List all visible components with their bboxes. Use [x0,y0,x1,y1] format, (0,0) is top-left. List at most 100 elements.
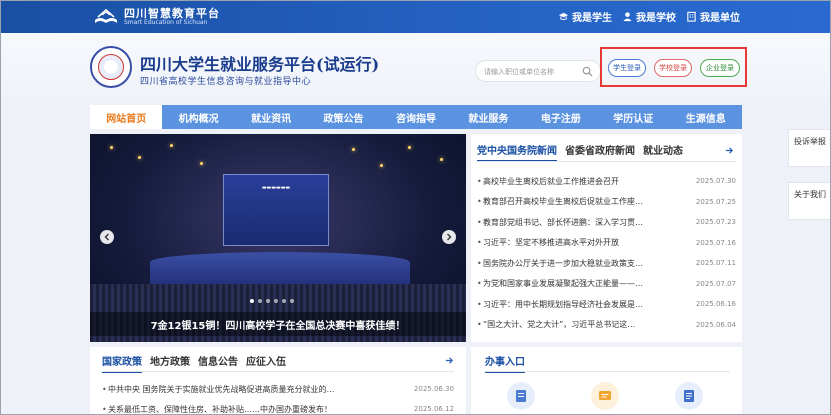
stage-floor [150,252,410,286]
nav-item-services[interactable]: 就业服务 [452,105,524,129]
top-bar: 四川智慧教育平台 Smart Education of Sichuan 我是学生… [1,1,830,33]
policy-title[interactable]: 关系最低工资、保障性住房、补助补贴……中办国办重磅发布！ [108,404,398,415]
news-date: 2025.07.16 [695,238,736,247]
more-arrow-icon[interactable] [445,356,454,365]
news-item[interactable]: • 为党和国家事业发展凝聚起强大正能量——… 2025.07.07 [477,274,736,295]
list-item[interactable]: • 中共中央 国务院关于实施就业优先战略促进高质量充分就业的… 2025.06.30 [102,379,454,399]
banner-carousel[interactable]: ▬▬▬▬▬▬ 7金12银15铜！四川高校学子在全国总决赛中喜获佳绩！ [90,134,466,342]
tab-employment-dynamics[interactable]: 就业动态 [643,142,683,162]
book-logo-icon [95,8,117,23]
student-login-button[interactable]: 学生登录 [608,59,646,77]
carousel-dot[interactable] [258,299,262,303]
tab-enlistment[interactable]: 应征入伍 [246,353,286,373]
news-tabs: 党中央国务院新闻 省委省政府新闻 就业动态 [477,142,683,162]
i-am-school-link[interactable]: 我是学校 [622,9,676,24]
form-list-icon[interactable] [675,382,703,410]
news-title[interactable]: 高校毕业生离校后就业工作推进会召开 [483,176,678,187]
tab-national-policy[interactable]: 国家政策 [102,353,142,373]
company-login-button[interactable]: 企业登录 [700,59,740,77]
nav-item-graduate-info[interactable]: 生源信息 [670,105,742,129]
search-input[interactable] [484,65,579,79]
news-date: 2025.07.07 [695,279,736,288]
site-subtitle: 四川省高校学生信息咨询与就业指导中心 [140,77,312,87]
news-title[interactable]: 国务院办公厅关于进一步加大稳就业政策支… [483,258,678,269]
nav-item-policy[interactable]: 政策公告 [307,105,379,129]
chevron-left-icon [104,233,109,241]
report-widget[interactable]: 投诉举报 [788,129,830,167]
news-date: 2025.07.30 [695,177,736,186]
news-item[interactable]: • 习近平：用中长期规划指导经济社会发展是… 2025.06.16 [477,294,736,315]
news-date: 2025.07.11 [695,259,736,268]
about-us-widget[interactable]: 关于我们 [788,182,830,220]
news-item[interactable]: • 高校毕业生离校后就业工作推进会召开 2025.07.30 [477,171,736,192]
news-item[interactable]: • 习近平：坚定不移推进高水平对外开放 2025.07.16 [477,233,736,254]
search-icon[interactable] [582,66,593,77]
policy-list: • 中共中央 国务院关于实施就业优先战略促进高质量充分就业的… 2025.06.30… [102,379,454,415]
news-date: 2025.07.25 [695,197,736,206]
site-title[interactable]: 四川大学生就业服务平台(试运行) [140,51,379,75]
stage-screen: ▬▬▬▬▬▬ [223,174,329,246]
news-title[interactable]: 习近平：用中长期规划指导经济社会发展是… [483,299,678,310]
i-am-company-link[interactable]: 我是单位 [686,9,740,24]
carousel-dot[interactable] [290,299,294,303]
policy-panel: 国家政策 地方政策 信息公告 应征入伍 • 中共中央 国务院关于实施就业优先战略促… [90,347,466,415]
site-header: 四川大学生就业服务平台(试运行) 四川省高校学生信息咨询与就业指导中心 学生登录… [1,33,830,103]
list-item[interactable]: • 关系最低工资、保障性住房、补助补贴……中办国办重磅发布！ 2025.06.12 [102,399,454,415]
news-panel: 党中央国务院新闻 省委省政府新闻 就业动态 • 高校毕业生离校后就业工作推进会召开… [471,134,742,342]
policy-date: 2025.06.30 [413,385,454,393]
news-title[interactable]: 教育部党组书记、部长怀进鹏：深入学习贯… [483,217,678,228]
carousel-dot[interactable] [266,299,270,303]
news-item[interactable]: • 国务院办公厅关于进一步加大稳就业政策支… 2025.07.11 [477,253,736,274]
carousel-dots [250,299,294,303]
login-group: 学生登录 学校登录 企业登录 [600,47,747,87]
page-frame: 四川智慧教育平台 Smart Education of Sichuan 我是学生… [0,0,831,415]
news-title[interactable]: “国之大计、党之大计”，习近平总书记这… [483,319,678,330]
tab-announcements[interactable]: 信息公告 [198,353,238,373]
news-item[interactable]: • 教育部召开高校毕业生离校后促就业工作座… 2025.07.25 [477,192,736,213]
nav-item-employment-news[interactable]: 就业资讯 [235,105,307,129]
document-stamp-icon[interactable] [507,382,535,410]
news-date: 2025.07.23 [695,218,736,227]
office-entry-title: 办事入口 [485,353,525,373]
news-item[interactable]: • 教育部党组书记、部长怀进鹏：深入学习贯… 2025.07.23 [477,212,736,233]
banner-caption[interactable]: 7金12银15铜！四川高校学子在全国总决赛中喜获佳绩！ [90,312,466,336]
building-icon [687,11,696,22]
tab-local-policy[interactable]: 地方政策 [150,353,190,373]
policy-date: 2025.06.12 [413,405,454,413]
carousel-prev-button[interactable] [100,230,114,244]
school-login-button[interactable]: 学校登录 [654,59,692,77]
tab-central-news[interactable]: 党中央国务院新闻 [477,142,557,162]
nav-item-consulting[interactable]: 咨询指导 [380,105,452,129]
nav-item-home[interactable]: 网站首页 [90,105,163,129]
news-title[interactable]: 为党和国家事业发展凝聚起强大正能量——… [483,278,678,289]
carousel-dot[interactable] [274,299,278,303]
nav-item-about[interactable]: 机构概况 [162,105,234,129]
news-date: 2025.06.04 [695,320,736,329]
carousel-next-button[interactable] [442,230,456,244]
policy-tabs: 国家政策 地方政策 信息公告 应征入伍 [102,353,286,373]
policy-title[interactable]: 中共中央 国务院关于实施就业优先战略促进高质量充分就业的… [108,384,398,395]
graduation-cap-icon [558,12,569,20]
news-title[interactable]: 习近平：坚定不移推进高水平对外开放 [483,237,678,248]
more-arrow-icon[interactable] [725,146,734,155]
nav-item-degree-verification[interactable]: 学历认证 [597,105,669,129]
tab-provincial-news[interactable]: 省委省政府新闻 [565,142,635,162]
nav-item-e-registration[interactable]: 电子注册 [525,105,597,129]
news-date: 2025.06.16 [695,300,736,309]
role-links: 我是学生 我是学校 我是单位 [558,9,740,24]
carousel-dot[interactable] [250,299,254,303]
search-box [475,60,601,82]
news-item[interactable]: • “国之大计、党之大计”，习近平总书记这… 2025.06.04 [477,315,736,336]
site-emblem-icon[interactable] [90,46,132,88]
main-nav: 网站首页 机构概况 就业资讯 政策公告 咨询指导 就业服务 电子注册 学历认证 … [90,105,742,129]
chevron-right-icon [447,233,452,241]
i-am-company-label: 我是单位 [700,13,740,24]
user-icon [623,12,632,22]
news-list: • 高校毕业生离校后就业工作推进会召开 2025.07.30 • 教育部召开高校毕业生… [477,171,736,335]
message-icon[interactable] [591,382,619,410]
i-am-student-label: 我是学生 [572,13,612,24]
i-am-student-link[interactable]: 我是学生 [558,9,612,24]
office-entry-panel: 办事入口 [471,347,742,414]
carousel-dot[interactable] [282,299,286,303]
news-title[interactable]: 教育部召开高校毕业生离校后促就业工作座… [483,196,678,207]
